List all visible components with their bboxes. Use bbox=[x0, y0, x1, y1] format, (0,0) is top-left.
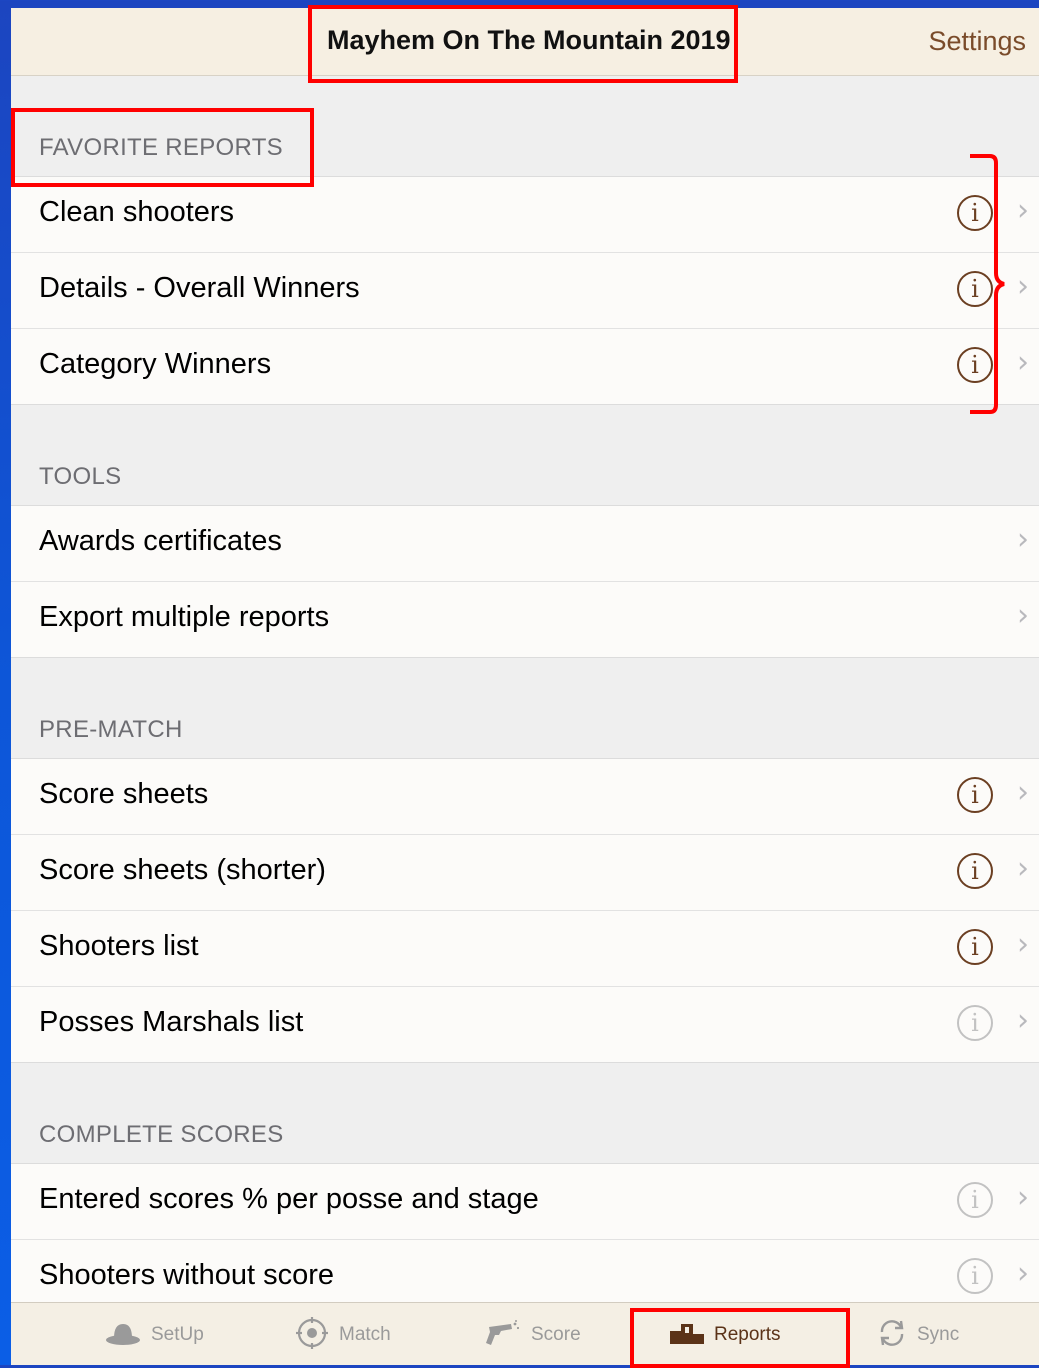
row-label: Shooters without score bbox=[39, 1259, 334, 1291]
row-label: Score sheets bbox=[39, 778, 209, 810]
tab-setup[interactable]: SetUp bbox=[105, 1317, 204, 1353]
info-icon[interactable]: i bbox=[957, 1005, 993, 1041]
chevron-right-icon: › bbox=[1017, 522, 1029, 557]
info-icon[interactable]: i bbox=[957, 1258, 993, 1294]
complete-scores-group: Entered scores % per posse and stage i ›… bbox=[11, 1163, 1039, 1316]
crosshair-icon bbox=[295, 1316, 329, 1355]
section-header-pre-match: PRE-MATCH bbox=[11, 658, 1039, 758]
row-label: Shooters list bbox=[39, 930, 199, 962]
annotation-box-reports-tab bbox=[630, 1308, 850, 1368]
tab-sync[interactable]: Sync bbox=[877, 1317, 959, 1353]
section-header-tools: TOOLS bbox=[11, 405, 1039, 505]
chevron-right-icon: › bbox=[1017, 851, 1029, 886]
chevron-right-icon: › bbox=[1017, 1180, 1029, 1215]
tab-match[interactable]: Match bbox=[295, 1316, 391, 1355]
pre-match-group: Score sheets i › Score sheets (shorter) … bbox=[11, 758, 1039, 1063]
favorite-reports-group: Clean shooters i › Details - Overall Win… bbox=[11, 176, 1039, 405]
app-window: Mayhem On The Mountain 2019 Settings FAV… bbox=[11, 8, 1039, 1365]
row-label: Clean shooters bbox=[39, 196, 235, 228]
section-header-label: TOOLS bbox=[39, 463, 122, 490]
row-label: Score sheets (shorter) bbox=[39, 854, 326, 886]
row-label: Entered scores % per posse and stage bbox=[39, 1183, 539, 1215]
report-row-shooters-list[interactable]: Shooters list i › bbox=[11, 911, 1039, 987]
tab-bar: SetUp Match Score Reports Sync bbox=[11, 1302, 1039, 1365]
tab-label: Match bbox=[339, 1324, 391, 1345]
chevron-right-icon: › bbox=[1017, 598, 1029, 633]
report-row-score-sheets-shorter[interactable]: Score sheets (shorter) i › bbox=[11, 835, 1039, 911]
report-row-category-winners[interactable]: Category Winners i › bbox=[11, 329, 1039, 404]
tab-score[interactable]: Score bbox=[485, 1317, 581, 1353]
row-label: Category Winners bbox=[39, 348, 272, 380]
section-header-label: COMPLETE SCORES bbox=[39, 1121, 284, 1148]
info-icon[interactable]: i bbox=[957, 777, 993, 813]
info-icon[interactable]: i bbox=[957, 1182, 993, 1218]
cowboy-hat-icon bbox=[105, 1320, 141, 1351]
tools-group: Awards certificates › Export multiple re… bbox=[11, 505, 1039, 658]
tool-row-awards-certificates[interactable]: Awards certificates › bbox=[11, 506, 1039, 582]
tab-label: Sync bbox=[917, 1324, 960, 1345]
sync-icon bbox=[877, 1318, 907, 1353]
report-row-score-sheets[interactable]: Score sheets i › bbox=[11, 759, 1039, 835]
reports-list: FAVORITE REPORTS Clean shooters i › Deta… bbox=[11, 76, 1039, 1316]
report-row-overall-winners[interactable]: Details - Overall Winners i › bbox=[11, 253, 1039, 329]
section-header-label: PRE-MATCH bbox=[39, 716, 183, 743]
chevron-right-icon: › bbox=[1017, 775, 1029, 810]
report-row-entered-scores[interactable]: Entered scores % per posse and stage i › bbox=[11, 1164, 1039, 1240]
tab-label: Score bbox=[531, 1324, 581, 1345]
report-row-posses-marshals-list[interactable]: Posses Marshals list i › bbox=[11, 987, 1039, 1062]
report-row-clean-shooters[interactable]: Clean shooters i › bbox=[11, 177, 1039, 253]
row-label: Export multiple reports bbox=[39, 601, 330, 633]
annotation-bracket bbox=[970, 154, 1005, 414]
info-icon[interactable]: i bbox=[957, 929, 993, 965]
annotation-box-title bbox=[308, 5, 738, 83]
chevron-right-icon: › bbox=[1017, 1256, 1029, 1291]
chevron-right-icon: › bbox=[1017, 1003, 1029, 1038]
row-label: Awards certificates bbox=[39, 525, 282, 557]
tab-label: SetUp bbox=[151, 1324, 204, 1345]
row-label: Posses Marshals list bbox=[39, 1006, 304, 1038]
tool-row-export-multiple-reports[interactable]: Export multiple reports › bbox=[11, 582, 1039, 657]
info-icon[interactable]: i bbox=[957, 853, 993, 889]
annotation-box-favorite-reports bbox=[11, 108, 314, 187]
revolver-icon bbox=[485, 1319, 521, 1352]
section-header-complete-scores: COMPLETE SCORES bbox=[11, 1063, 1039, 1163]
row-label: Details - Overall Winners bbox=[39, 272, 360, 304]
chevron-right-icon: › bbox=[1017, 927, 1029, 962]
settings-button[interactable]: Settings bbox=[928, 26, 1026, 57]
